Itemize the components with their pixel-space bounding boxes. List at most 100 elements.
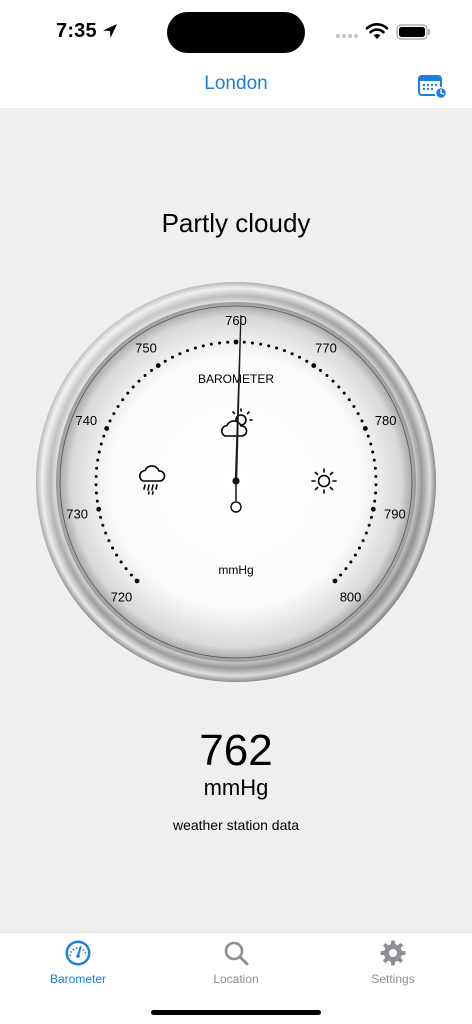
gauge-tick-dot <box>325 374 329 378</box>
gauge-tick-dot <box>104 426 110 431</box>
gauge-tick-label: 800 <box>340 590 362 605</box>
gauge-tick-dot <box>226 340 230 344</box>
barometer-gauge: 720 730 740 750 760 770 780 790 800 BAROMETER mm… <box>36 282 436 682</box>
gauge-tick-dot <box>319 368 322 372</box>
gear-icon <box>380 940 406 966</box>
gauge-tick-dot <box>337 385 341 389</box>
gauge-tick-dot <box>95 499 99 503</box>
status-time: 7:35 <box>56 20 97 42</box>
tab-barometer[interactable]: Barometer <box>28 939 128 995</box>
gauge-unit: mmHg <box>218 563 253 577</box>
gauge-tick-dot <box>119 560 123 564</box>
gauge-tick-label: 750 <box>135 340 157 355</box>
gauge-tick-dot <box>374 483 378 487</box>
gauge-tick-dot <box>97 450 101 454</box>
gauge-tick-dot <box>150 368 153 372</box>
gauge-tick-dot <box>311 363 317 368</box>
gauge-tick-dot <box>112 412 116 416</box>
tab-location[interactable]: Location <box>186 939 286 995</box>
location-arrow-icon <box>103 24 117 38</box>
gauge-tick-dot <box>104 531 108 535</box>
navigation-bar: London <box>0 62 472 108</box>
gauge-tick-dot <box>218 341 222 345</box>
gauge-tick-dot <box>121 398 125 402</box>
gauge-tick-dot <box>129 573 133 577</box>
wifi-icon <box>365 23 389 39</box>
tab-bar: Barometer Location Settings <box>0 932 472 1024</box>
gauge-tick-dot <box>356 412 360 416</box>
gauge-tick-label: 760 <box>225 313 247 328</box>
gauge-tick-dot <box>366 434 370 438</box>
gauge-tick-dot <box>193 346 197 350</box>
gauge-tick-label: 780 <box>375 413 397 428</box>
gauge-tick-dot <box>347 398 351 402</box>
gauge-tick-dot <box>163 359 167 363</box>
gauge-tick-dot <box>108 419 112 423</box>
gauge-tick-dot <box>372 458 376 462</box>
gauge-tick-dot <box>134 578 140 584</box>
gauge-tick-dot <box>96 458 100 462</box>
gauge-title: BAROMETER <box>198 372 274 386</box>
status-bar: 7:35 <box>0 0 472 62</box>
gauge-tick-dot <box>275 346 279 350</box>
gauge-tick-dot <box>374 491 378 495</box>
gauge-tick-dot <box>370 506 376 512</box>
gauge-tick-label: 740 <box>75 413 97 428</box>
gauge-tick-dot <box>137 379 141 383</box>
gauge-tick-dot <box>143 374 147 378</box>
gauge-tick-dot <box>101 523 105 527</box>
gauge-tick-dot <box>353 553 357 557</box>
gauge-tick-dot <box>111 546 115 550</box>
city-title[interactable]: London <box>0 73 472 95</box>
gauge-tick-dot <box>374 475 378 478</box>
dynamic-island <box>167 12 305 53</box>
gauge-icon <box>65 940 91 966</box>
gauge-tick-dot <box>331 379 335 383</box>
gauge-tick-dot <box>344 567 348 571</box>
gauge-tick-label: 770 <box>315 340 337 355</box>
gauge-tick-label: 790 <box>384 507 406 522</box>
tab-label: Barometer <box>49 972 107 986</box>
gauge-tick-dot <box>99 442 103 446</box>
gauge-tick-dot <box>115 553 119 557</box>
gauge-tick-dot <box>209 342 213 346</box>
gauge-tick-dot <box>233 339 239 345</box>
gauge-tick-dot <box>352 405 356 409</box>
gauge-tick-dot <box>373 499 377 503</box>
gauge-tick-dot <box>369 442 373 446</box>
gauge-tick-dot <box>373 466 377 470</box>
calendar-clock-icon[interactable] <box>417 73 447 99</box>
pressure-unit: mmHg <box>203 775 269 800</box>
gauge-tick-dot <box>250 341 254 345</box>
gauge-tick-dot <box>367 523 371 527</box>
gauge-tick-dot <box>242 340 246 344</box>
gauge-tick-dot <box>298 355 302 359</box>
gauge-tick-dot <box>178 352 182 356</box>
gauge-tick-dot <box>99 515 103 519</box>
gauge-tick-dot <box>94 483 98 487</box>
gauge-tick-dot <box>116 405 120 409</box>
gauge-tick-dot <box>339 573 343 577</box>
weather-condition: Partly cloudy <box>161 208 311 238</box>
gauge-tick-dot <box>357 546 361 550</box>
gauge-tick-dot <box>342 391 346 395</box>
gauge-tick-dot <box>360 419 364 423</box>
gauge-tick-dot <box>267 344 271 348</box>
tab-settings[interactable]: Settings <box>343 939 443 995</box>
battery-icon <box>396 24 430 40</box>
gauge-tick-dot <box>170 355 174 359</box>
gauge-tick-dot <box>305 359 309 363</box>
gauge-tick-dot <box>94 475 98 478</box>
pressure-value: 762 <box>199 726 273 775</box>
tab-label: Settings <box>371 972 415 986</box>
gauge-tick-label: 730 <box>66 507 88 522</box>
gauge-tick-dot <box>369 515 373 519</box>
gauge-tick-dot <box>96 506 102 512</box>
cellular-signal-icon <box>336 34 360 40</box>
gauge-tick-dot <box>94 491 98 495</box>
gauge-tick-dot <box>332 578 338 584</box>
gauge-tick-dot <box>131 385 135 389</box>
gauge-tick-dot <box>155 363 161 368</box>
needle-tail-ring <box>230 501 242 513</box>
gauge-tick-label: 720 <box>111 590 133 605</box>
